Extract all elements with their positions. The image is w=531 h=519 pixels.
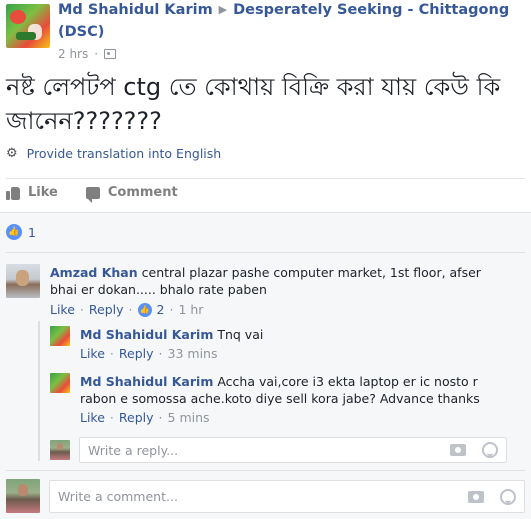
thumbs-up-icon [6,186,20,200]
comment-timestamp[interactable]: 1 hr [178,302,203,317]
group-link[interactable]: Desperately Seeking - Chittagong [233,2,509,18]
reply-reply-link[interactable]: Reply [119,346,154,361]
reply-actions: Like · Reply · 33 mins [80,346,217,361]
comment-icon [85,186,100,203]
comments-section [0,212,531,519]
reply-reply-link[interactable]: Reply [119,410,154,425]
comment-input-placeholder: Write a comment... [58,489,178,504]
dot-separator: · [158,346,163,361]
reply-body: Md Shahidul Karim Tnq vai [80,326,500,343]
emoji-icon[interactable] [500,488,516,505]
avatar-shape [10,10,26,24]
action-bar: Like Comment [6,185,178,203]
camera-icon[interactable] [468,490,484,503]
author-link[interactable]: Md Shahidul Karim [58,2,213,18]
avatar [50,440,70,460]
dot-separator: · [128,302,133,317]
post-text: নষ্ট লেপটপ ctg তে কোথায় বিক্রি করা যায়… [6,73,501,135]
comment-button[interactable]: Comment [85,185,178,203]
post-card: Md Shahidul Karim ▶ Desperately Seeking - … [0,0,531,519]
dot-separator: · [94,47,99,61]
reply-thread-line [38,321,40,461]
divider [6,252,525,253]
comment-actions: Like · Reply · 👍 2 · 1 hr [50,302,203,317]
dot-separator: · [158,410,163,425]
post-timestamp[interactable]: 2 hrs [58,47,88,61]
audience-icon[interactable] [104,49,117,59]
reply-timestamp[interactable]: 5 mins [168,410,210,425]
reply-body: Md Shahidul Karim Accha vai,core i3 ekta … [80,373,510,407]
reaction-count: 1 [28,224,36,240]
post-header: Md Shahidul Karim ▶ Desperately Seeking - … [58,2,509,18]
reply-author[interactable]: Md Shahidul Karim [80,327,213,342]
gear-icon: ⚙ [6,146,18,161]
dot-separator: · [109,346,114,361]
group-link-continued[interactable]: (DSC) [58,24,104,40]
dot-separator: · [79,302,84,317]
dot-separator: · [169,302,174,317]
dot-separator: · [109,410,114,425]
comment-author[interactable]: Amzad Khan [50,265,138,280]
emoji-icon[interactable] [482,442,498,458]
camera-icon[interactable] [450,444,466,456]
avatar[interactable] [50,326,70,346]
comment-body: Amzad Khan central plazar pashe computer … [50,264,510,298]
divider [6,178,525,179]
reactions-summary[interactable]: 👍 1 [6,224,36,240]
reply-like-link[interactable]: Like [80,410,105,425]
divider [6,470,525,471]
reply-input-placeholder: Write a reply... [88,442,179,458]
comment-like-link[interactable]: Like [50,302,75,317]
reply-author[interactable]: Md Shahidul Karim [80,374,213,389]
avatar[interactable] [50,373,70,393]
group-avatar[interactable] [6,4,50,48]
avatar-shape [16,32,36,40]
like-button[interactable]: Like [6,185,58,200]
translation-label: Provide translation into English [26,146,222,161]
reply-text: Tnq vai [217,327,264,342]
comment-reply-link[interactable]: Reply [89,302,124,317]
avatar[interactable] [6,264,40,298]
reply-actions: Like · Reply · 5 mins [80,410,210,425]
post-meta: 2 hrs · [58,47,117,61]
reply-timestamp[interactable]: 33 mins [168,346,218,361]
avatar [6,479,40,513]
reply-like-link[interactable]: Like [80,346,105,361]
like-label: Like [28,185,58,200]
triangle-right-icon: ▶ [218,3,228,16]
like-reaction-icon: 👍 [6,224,22,240]
like-reaction-icon: 👍 [137,302,152,317]
comment-like-count[interactable]: 2 [157,302,165,317]
comment-input[interactable]: Write a comment... [49,480,525,513]
translation-link[interactable]: ⚙ Provide translation into English [6,146,221,161]
comment-label: Comment [107,185,178,200]
reply-input[interactable]: Write a reply... [79,437,507,463]
